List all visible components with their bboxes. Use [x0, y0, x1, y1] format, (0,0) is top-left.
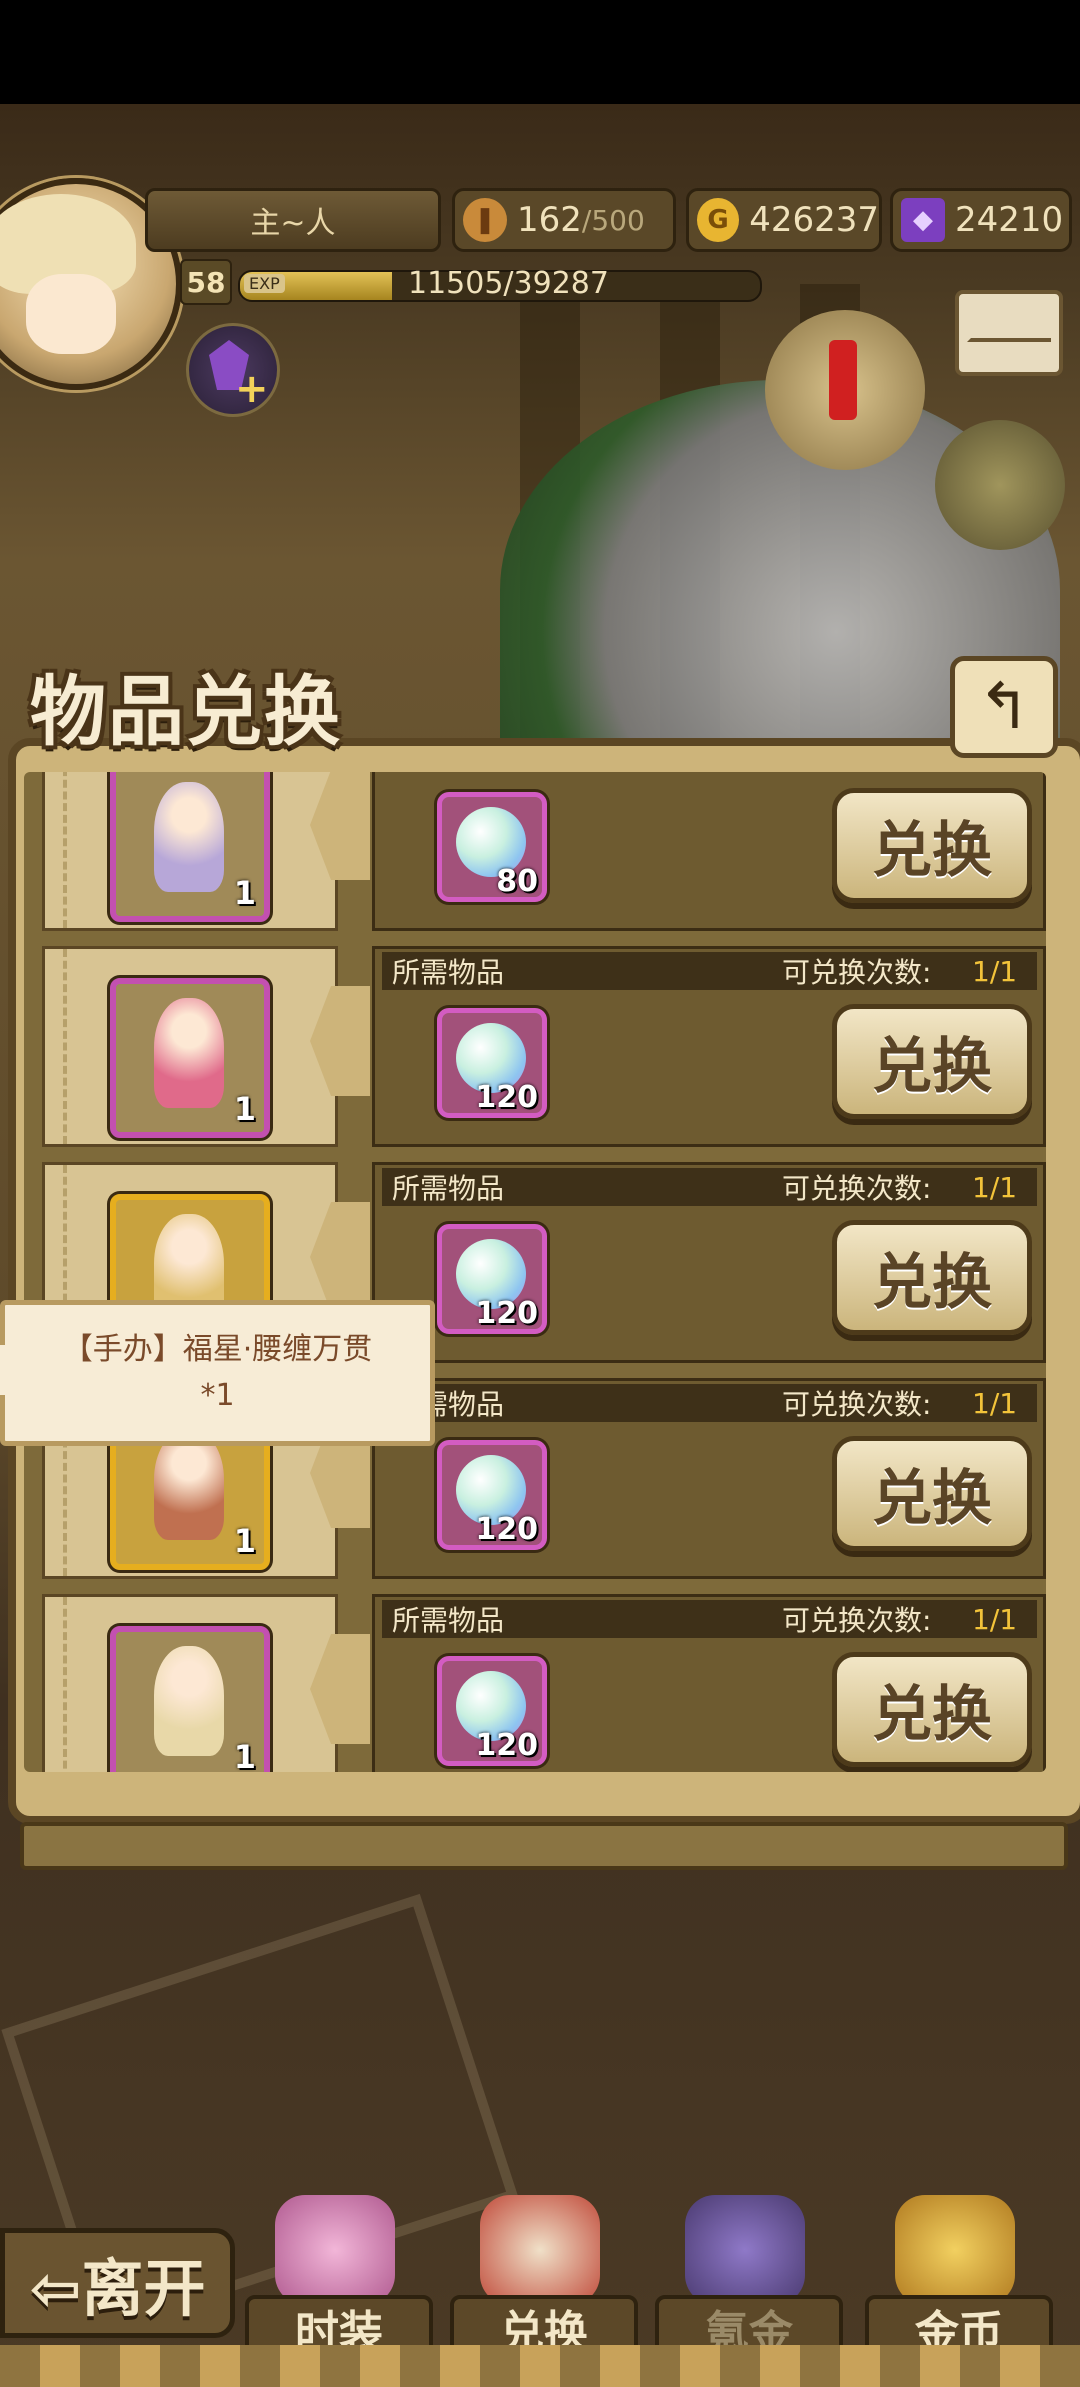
limit-value: 1/1 [972, 1170, 1018, 1204]
item-count: 1 [233, 1738, 256, 1772]
exclamation-icon [829, 340, 857, 420]
tooltip-count: *1 [200, 1378, 235, 1413]
limit-value: 1/1 [972, 954, 1018, 988]
cost-item[interactable]: 120 [437, 1224, 547, 1334]
limit-value: 1/1 [972, 1602, 1018, 1636]
exchange-button[interactable]: 兑换 [832, 788, 1032, 903]
exchange-row: 1 80 兑换 [42, 772, 1046, 931]
cost-item[interactable]: 120 [437, 1656, 547, 1766]
stamina-counter[interactable]: ❚ 162/500 [452, 188, 676, 252]
plus-icon: + [235, 366, 269, 412]
exchange-button[interactable]: 兑换 [832, 1436, 1032, 1551]
panel-footer [20, 1822, 1068, 1870]
row-header: 所需物品 可兑换次数: 1/1 [382, 952, 1037, 990]
item-tooltip: 【手办】福星·腰缠万贯 *1 [0, 1300, 435, 1446]
cost-amount: 120 [475, 1080, 538, 1115]
bread-icon: ❚ [463, 198, 507, 242]
bottom-tab[interactable]: 时装 [245, 2195, 433, 2361]
figure-icon [154, 998, 224, 1108]
cost-amount: 80 [496, 864, 538, 899]
bottom-border-decoration [0, 2345, 1080, 2387]
figure-icon [154, 782, 224, 892]
item-count: 1 [233, 1522, 256, 1560]
gold-coin-icon: G [697, 198, 740, 242]
limit-label: 可兑换次数: [782, 1604, 932, 1637]
stitch-line [63, 772, 67, 928]
exchange-button[interactable]: 兑换 [832, 1652, 1032, 1767]
gem-value: 24210 [955, 200, 1064, 240]
figure-item[interactable]: 1 [110, 978, 270, 1138]
panel-title: 物品兑换 [30, 667, 342, 756]
required-items-label: 所需物品 [392, 956, 505, 989]
cost-item[interactable]: 120 [437, 1008, 547, 1118]
cost-amount: 120 [475, 1512, 538, 1547]
gem-bag-icon [685, 2195, 805, 2305]
buy-gems-button[interactable]: + [186, 323, 280, 417]
item-count: 1 [233, 874, 256, 912]
bottom-tab[interactable]: 兑换 [450, 2195, 638, 2361]
gold-counter[interactable]: G 426237 [686, 188, 882, 252]
limit-label: 可兑换次数: [782, 1172, 932, 1205]
cost-amount: 120 [475, 1296, 538, 1331]
exchange-row: 所需物品 可兑换次数: 1/1 1 120 兑换 [42, 946, 1046, 1147]
cost-item[interactable]: 80 [437, 792, 547, 902]
gem-counter[interactable]: ◆ 24210 [890, 188, 1072, 252]
back-arrow-icon: ↰ [977, 670, 1031, 744]
figure-icon [154, 1646, 224, 1756]
limit-label: 可兑换次数: [782, 1388, 932, 1421]
bottom-tab[interactable]: 氪金 [655, 2195, 843, 2361]
stitch-line [63, 949, 67, 1144]
purple-gem-icon: ◆ [901, 198, 945, 242]
exchange-button[interactable]: 兑换 [832, 1004, 1032, 1119]
required-items-label: 所需物品 [392, 1172, 505, 1205]
row-header: 所需物品 可兑换次数: 1/1 [382, 1600, 1037, 1638]
limit-label: 可兑换次数: [782, 956, 932, 989]
exchange-bag-icon [480, 2195, 600, 2305]
player-level: 58 [180, 259, 232, 305]
avatar-face [26, 274, 116, 354]
limit-value: 1/1 [972, 1386, 1018, 1420]
cost-item[interactable]: 120 [437, 1440, 547, 1550]
stamina-value: 162 [517, 200, 582, 240]
player-name: 主~人 [145, 188, 441, 252]
figure-item[interactable]: 1 [110, 1626, 270, 1772]
backpack-button[interactable] [935, 420, 1065, 550]
bottom-tab[interactable]: 金币 [865, 2195, 1053, 2361]
exchange-list[interactable]: 1 80 兑换 所需物品 可兑换次数: 1/1 1 120 兑换 所需物品 可兑… [24, 772, 1046, 1772]
stitch-line [63, 1597, 67, 1772]
gold-value: 426237 [749, 200, 879, 240]
figure-item[interactable]: 1 [110, 772, 270, 922]
item-count: 1 [233, 1090, 256, 1128]
back-button[interactable]: ↰ [950, 656, 1058, 758]
tooltip-title: 【手办】福星·腰缠万贯 [62, 1332, 373, 1367]
required-items-label: 所需物品 [392, 1604, 505, 1637]
gold-bag-icon [895, 2195, 1015, 2305]
exp-tag: EXP [244, 274, 285, 293]
stamina-max: /500 [581, 203, 645, 237]
cost-amount: 120 [475, 1728, 538, 1763]
row-header: 所需物品 可兑换次数: 1/1 [382, 1168, 1037, 1206]
mail-button[interactable] [955, 290, 1063, 376]
exp-text: 11505/39287 [408, 266, 609, 301]
figure-icon [154, 1430, 224, 1540]
outfit-icon [275, 2195, 395, 2305]
exchange-row: 所需物品 可兑换次数: 1/1 1 120 兑换 [42, 1594, 1046, 1772]
exchange-button[interactable]: 兑换 [832, 1220, 1032, 1335]
row-header: 所需物品 可兑换次数: 1/1 [382, 1384, 1037, 1422]
quest-scroll-button[interactable] [765, 310, 925, 470]
leave-button[interactable]: ⇦离开 [0, 2228, 235, 2338]
